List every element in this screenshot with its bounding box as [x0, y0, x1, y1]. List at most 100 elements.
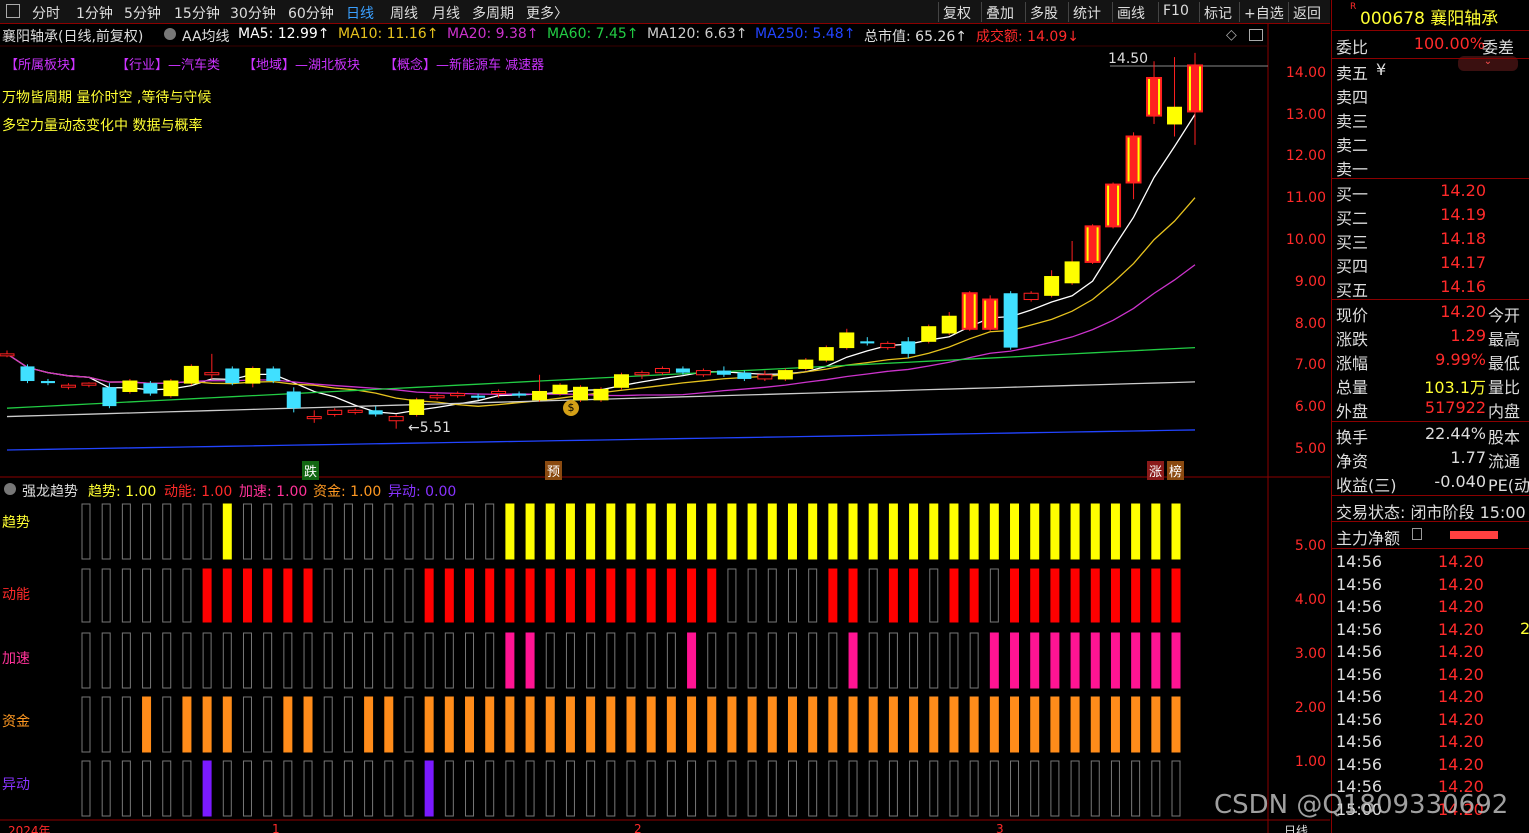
candle[interactable] [921, 324, 937, 344]
indicator-bar-abnormal [323, 760, 333, 817]
list-icon[interactable] [1412, 528, 1422, 540]
candle[interactable] [429, 393, 445, 400]
candle[interactable] [163, 378, 179, 398]
diamond-icon[interactable]: ◇ [1226, 27, 1237, 43]
indicator-bar-trend [747, 503, 757, 560]
tag-industry[interactable]: 【行业】—汽车类 [116, 54, 220, 73]
candle[interactable] [695, 368, 711, 377]
indicator-bar-trend [909, 503, 919, 560]
tag-region[interactable]: 【地域】—湖北板块 [243, 54, 360, 73]
buy-level-label-5: 买五 [1336, 281, 1369, 300]
indicator-bar-fund [1090, 696, 1100, 753]
indicator-bar-fund [646, 696, 656, 753]
candle[interactable] [512, 391, 527, 398]
candle[interactable] [143, 381, 158, 396]
indicator-bar-fund [909, 696, 919, 753]
candle[interactable] [102, 383, 117, 409]
candle[interactable] [368, 406, 383, 417]
indicator-bar-accel [424, 632, 434, 689]
candle[interactable] [306, 410, 322, 423]
candle[interactable] [860, 337, 875, 346]
candle[interactable] [347, 408, 363, 415]
candle[interactable] [1084, 224, 1101, 264]
indicator-bar-abnormal [142, 760, 152, 817]
settings-circle-icon[interactable] [164, 28, 176, 40]
indicator-name[interactable]: 强龙趋势 [22, 481, 78, 501]
candle[interactable] [777, 368, 793, 382]
ma5-value: MA5: 12.99↑ [238, 26, 330, 42]
tag-sector[interactable]: 【所属板块】 [5, 54, 83, 73]
candle[interactable] [880, 341, 896, 350]
indicator-bar-accel [969, 632, 979, 689]
indicator-bar-fund [808, 696, 818, 753]
indicator-bar-abnormal [343, 760, 353, 817]
note-line-1: 万物皆周期 量价时空 ,等待与守候 [2, 90, 212, 106]
candle[interactable] [388, 414, 404, 429]
indicator-bar-fund [747, 696, 757, 753]
candle[interactable] [901, 337, 916, 359]
indicator-bar-abnormal [121, 760, 131, 817]
candle[interactable] [716, 366, 731, 377]
indicator-settings-icon[interactable] [4, 483, 16, 495]
indicator-bar-energy [888, 568, 898, 623]
candle[interactable] [266, 366, 281, 384]
candle[interactable] [245, 366, 261, 388]
candle[interactable] [450, 391, 466, 398]
candle[interactable] [409, 397, 425, 417]
indicator-bar-accel [323, 632, 333, 689]
candle[interactable] [532, 374, 548, 402]
indicator-bar-accel [1070, 632, 1080, 689]
indicator-bar-trend [142, 503, 152, 560]
candle[interactable] [81, 382, 97, 388]
candle[interactable] [1003, 291, 1018, 350]
candle[interactable] [1187, 52, 1203, 145]
layout-toggle-icon[interactable] [1249, 29, 1263, 41]
stat-label-2: 涨幅 [1336, 354, 1369, 373]
indicator-bar-accel [545, 632, 555, 689]
candle[interactable] [593, 387, 609, 402]
money-bag-icon[interactable]: $ [563, 400, 579, 416]
candle[interactable] [1146, 61, 1163, 124]
candle[interactable] [1064, 241, 1080, 285]
indicator-bar-abnormal [404, 760, 414, 817]
candle[interactable] [327, 408, 343, 417]
candle[interactable] [818, 345, 834, 363]
candle[interactable] [654, 366, 670, 375]
indicator-bar-accel [727, 632, 737, 689]
candle[interactable] [798, 358, 814, 371]
indicator-bar-trend [727, 503, 737, 560]
indicator-bar-accel [949, 632, 959, 689]
candle[interactable] [225, 366, 240, 386]
period-indicator[interactable]: 日线 [1284, 822, 1308, 833]
ma-label[interactable]: AA均线 [182, 26, 230, 46]
candle[interactable] [0, 350, 15, 358]
candle[interactable] [552, 383, 568, 396]
tag-concept[interactable]: 【概念】—新能源车 减速器 [384, 54, 544, 73]
candle[interactable] [941, 312, 957, 336]
indicator-bar-abnormal [1070, 760, 1080, 817]
candle[interactable] [839, 328, 855, 350]
candle[interactable] [1023, 291, 1039, 302]
candle[interactable] [982, 295, 999, 331]
candle[interactable] [1167, 57, 1183, 137]
candle[interactable] [204, 353, 220, 379]
candle[interactable] [1105, 182, 1122, 229]
candle[interactable] [60, 383, 76, 390]
candle[interactable] [183, 364, 199, 386]
candle[interactable] [20, 364, 35, 384]
indicator-bar-trend [787, 503, 797, 560]
buy-level-label-3: 买三 [1336, 233, 1369, 252]
indicator-bar-trend [1030, 503, 1040, 560]
candle[interactable] [573, 385, 589, 402]
candle[interactable] [757, 370, 773, 382]
candle[interactable] [122, 378, 138, 394]
indicator-bar-trend [687, 503, 697, 560]
candle[interactable] [613, 372, 629, 390]
candle[interactable] [634, 370, 650, 379]
candle[interactable] [1044, 270, 1060, 298]
indicator-bar-trend [848, 503, 858, 560]
candle[interactable] [40, 378, 55, 386]
indicator-bar-fund [606, 696, 616, 753]
candle[interactable] [1125, 132, 1142, 200]
candle[interactable] [961, 291, 978, 331]
